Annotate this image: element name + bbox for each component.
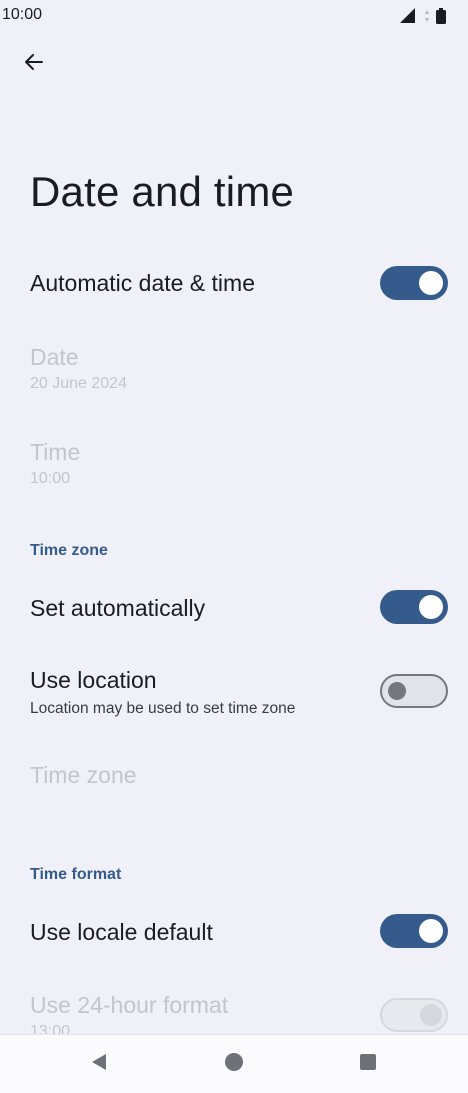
arrow-left-icon (22, 50, 46, 79)
set-automatically-toggle[interactable] (380, 590, 448, 624)
use-24-hour-label: Use 24-hour format (30, 992, 229, 1018)
use-locale-default-toggle[interactable] (380, 914, 448, 948)
time-zone-row: Time zone (0, 748, 468, 808)
date-label: Date (30, 344, 79, 370)
time-row: Time 10:00 (0, 425, 468, 505)
use-location-row[interactable]: Use location Location may be used to set… (0, 656, 468, 736)
triangle-back-icon (89, 1052, 109, 1077)
nav-recents-button[interactable] (353, 1049, 383, 1079)
timezone-section-header: Time zone (30, 542, 108, 559)
use-location-toggle[interactable] (380, 674, 448, 708)
status-bar: 10:00 (0, 0, 468, 32)
use-location-label: Use location (30, 667, 157, 693)
use-locale-default-label: Use locale default (30, 919, 213, 945)
automatic-datetime-label: Automatic date & time (30, 270, 255, 296)
toggle-knob (419, 271, 443, 295)
page-title: Date and time (30, 168, 295, 215)
date-value: 20 June 2024 (30, 375, 127, 392)
circle-home-icon (224, 1052, 244, 1077)
set-automatically-label: Set automatically (30, 595, 206, 621)
automatic-datetime-row[interactable]: Automatic date & time (0, 250, 468, 320)
nav-home-button[interactable] (219, 1049, 249, 1079)
system-navigation-bar (0, 1034, 468, 1093)
use-24-hour-toggle (380, 998, 448, 1032)
signal-icon (398, 8, 418, 29)
use-location-description: Location may be used to set time zone (30, 700, 296, 717)
use-24-hour-row: Use 24-hour format 13:00 (0, 978, 468, 1040)
automatic-datetime-toggle[interactable] (380, 266, 448, 300)
use-locale-default-row[interactable]: Use locale default (0, 898, 468, 968)
data-arrows-icon (424, 9, 430, 28)
time-format-section-header: Time format (30, 866, 122, 883)
toggle-knob (419, 595, 443, 619)
back-button[interactable] (14, 44, 54, 84)
status-icons (398, 8, 446, 29)
set-automatically-row[interactable]: Set automatically (0, 574, 468, 644)
toggle-knob (420, 1004, 442, 1026)
toggle-knob (388, 682, 406, 700)
status-time: 10:00 (2, 6, 43, 23)
time-value: 10:00 (30, 470, 71, 487)
time-zone-label: Time zone (30, 762, 137, 788)
nav-back-button[interactable] (84, 1049, 114, 1079)
date-row: Date 20 June 2024 (0, 330, 468, 410)
time-label: Time (30, 439, 81, 465)
toggle-knob (419, 919, 443, 943)
square-recents-icon (359, 1053, 377, 1076)
battery-icon (436, 8, 446, 29)
